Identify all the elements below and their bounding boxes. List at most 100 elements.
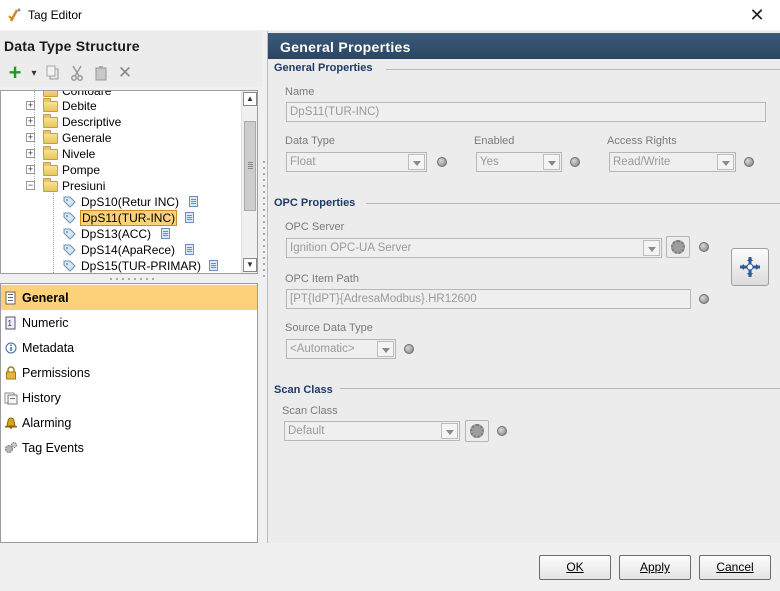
data-type-structure-heading: Data Type Structure (4, 38, 140, 54)
tree-folder-label: Presiuni (62, 179, 106, 193)
folder-open-icon (43, 178, 58, 192)
nav-item-numeric[interactable]: 1 Numeric (1, 310, 257, 335)
scan-class-section-title: Scan Class (274, 384, 333, 396)
add-icon[interactable]: + (4, 62, 26, 84)
nav-label: Numeric (22, 315, 69, 330)
tree-folder-label: Pompe (62, 163, 101, 177)
tree-tag-label: DpS15(TUR-PRIMAR) (81, 259, 202, 273)
numeric-icon: 1 (5, 316, 16, 329)
access-rights-label: Access Rights (607, 135, 677, 147)
nav-label: Alarming (22, 415, 72, 430)
enabled-binding-dot[interactable] (570, 157, 580, 167)
folder-icon (43, 146, 58, 160)
nav-label: General (22, 290, 69, 305)
opc-browse-icon (740, 257, 760, 277)
opc-server-browse-button[interactable] (666, 236, 690, 258)
ok-button[interactable]: OK (539, 555, 611, 580)
opc-server-label: OPC Server (285, 221, 345, 233)
expand-icon[interactable]: + (26, 117, 35, 126)
history-icon (4, 392, 18, 404)
tree-folder-label: Descriptive (62, 115, 122, 129)
chevron-down-icon[interactable] (377, 341, 394, 357)
access-rights-binding-dot[interactable] (744, 157, 754, 167)
gear-icon (470, 424, 484, 438)
paste-icon[interactable] (90, 63, 112, 83)
opc-section-title: OPC Properties (274, 197, 356, 209)
data-type-select[interactable]: Float (286, 152, 427, 172)
scan-class-edit-button[interactable] (465, 420, 489, 442)
scan-class-binding-dot[interactable] (497, 426, 507, 436)
tree-vertical-scrollbar[interactable]: ▲ ▼ (241, 91, 257, 273)
apply-button[interactable]: Apply (619, 555, 691, 580)
tree-folder-label: Debite (62, 99, 97, 113)
document-icon (189, 196, 198, 207)
cancel-button[interactable]: Cancel (699, 555, 771, 580)
scan-class-select[interactable]: Default (284, 421, 460, 441)
nav-label: Tag Events (22, 440, 84, 455)
nav-item-alarming[interactable]: Alarming (1, 410, 257, 435)
scroll-thumb[interactable] (244, 121, 256, 211)
expand-icon[interactable]: + (26, 165, 35, 174)
close-button[interactable]: ✕ (734, 0, 780, 30)
tag-icon (63, 244, 76, 256)
source-data-type-label: Source Data Type (285, 322, 373, 334)
chevron-down-icon[interactable] (543, 154, 560, 170)
tree-folder-label: Nivele (62, 147, 96, 161)
metadata-icon (5, 342, 17, 353)
opc-item-path-field[interactable]: [PT{IdPT}{AdresaModbus}.HR12600 (286, 289, 691, 309)
nav-label: Permissions (22, 365, 91, 380)
expand-icon[interactable]: + (26, 101, 35, 110)
opc-server-select[interactable]: Ignition OPC-UA Server (286, 238, 662, 258)
delete-icon[interactable]: ✕ (114, 63, 136, 83)
tree-folder-label: Generale (62, 131, 112, 145)
folder-icon (43, 91, 58, 97)
expand-icon[interactable]: + (26, 149, 35, 158)
source-data-type-select[interactable]: <Automatic> (286, 339, 396, 359)
tag-icon (63, 196, 76, 208)
tag-icon (63, 212, 76, 224)
opc-item-path-binding-dot[interactable] (699, 294, 709, 304)
expand-icon[interactable]: + (26, 133, 35, 142)
title-bar: Tag Editor ✕ (0, 0, 780, 30)
name-field[interactable]: DpS11(TUR-INC) (286, 102, 766, 122)
chevron-down-icon[interactable] (643, 240, 660, 256)
document-icon (161, 228, 170, 239)
general-section-title: General Properties (274, 62, 373, 74)
enabled-label: Enabled (474, 135, 515, 147)
name-label: Name (285, 86, 315, 98)
nav-item-general[interactable]: General (1, 285, 257, 310)
access-rights-select[interactable]: Read/Write (609, 152, 736, 172)
nav-label: Metadata (22, 340, 75, 355)
structure-toolbar: + ▾ ✕ (4, 62, 138, 84)
nav-label: History (22, 390, 61, 405)
horizontal-splitter[interactable] (0, 276, 262, 282)
folder-icon (43, 114, 58, 128)
chevron-down-icon[interactable] (717, 154, 734, 170)
nav-item-metadata[interactable]: Metadata (1, 335, 257, 360)
collapse-icon[interactable]: − (26, 181, 35, 190)
enabled-select[interactable]: Yes (476, 152, 562, 172)
chevron-down-icon[interactable] (408, 154, 425, 170)
source-data-type-binding-dot[interactable] (404, 344, 414, 354)
cut-icon[interactable] (66, 63, 88, 83)
opc-server-binding-dot[interactable] (699, 242, 709, 252)
opc-browser-button[interactable] (731, 248, 769, 286)
tree-folder-label: Contoare (62, 90, 112, 98)
scroll-down-button[interactable]: ▼ (243, 258, 257, 272)
bell-icon (5, 417, 17, 429)
document-icon (209, 260, 218, 271)
scan-class-label: Scan Class (282, 405, 338, 417)
nav-item-tag-events[interactable]: Tag Events (1, 435, 257, 460)
document-icon (185, 212, 194, 223)
dropdown-arrow-icon[interactable]: ▾ (28, 63, 40, 83)
data-type-binding-dot[interactable] (437, 157, 447, 167)
tree-tag-label: DpS10(Retur INC) (81, 195, 180, 209)
chevron-down-icon[interactable] (441, 423, 458, 439)
nav-item-permissions[interactable]: Permissions (1, 360, 257, 385)
scroll-up-button[interactable]: ▲ (243, 92, 257, 106)
nav-item-history[interactable]: History (1, 385, 257, 410)
copy-icon[interactable] (42, 63, 64, 83)
app-icon (8, 8, 21, 22)
folder-icon (43, 162, 58, 176)
properties-header: General Properties (268, 33, 780, 59)
